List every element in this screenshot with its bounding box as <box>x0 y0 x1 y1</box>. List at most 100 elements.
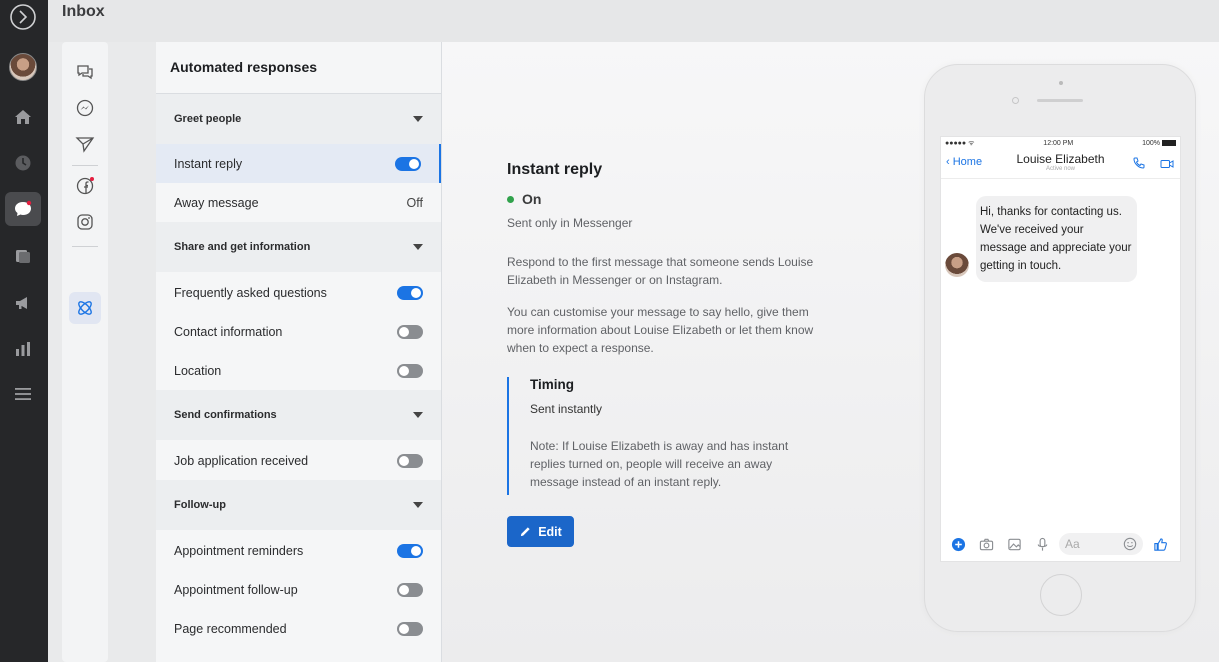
plus-icon[interactable] <box>947 533 969 555</box>
comments-icon[interactable] <box>73 60 97 84</box>
section-label: Send confirmations <box>174 409 277 421</box>
timing-value: Sent instantly <box>530 402 603 416</box>
detail-pane: Instant reply On Sent only in Messenger … <box>442 42 1219 662</box>
page-title: Inbox <box>62 3 105 20</box>
chart-icon[interactable] <box>10 336 36 362</box>
item-label: Away message <box>174 195 259 210</box>
item-job-application-received[interactable]: Job application received <box>156 441 441 480</box>
status-time: 12:00 PM <box>1043 139 1074 147</box>
pencil-icon <box>521 527 530 537</box>
job-application-toggle[interactable] <box>397 453 423 468</box>
item-label: Contact information <box>174 324 283 339</box>
appointment-reminders-toggle[interactable] <box>397 543 423 558</box>
instagram-icon[interactable] <box>73 210 97 234</box>
item-faq[interactable]: Frequently asked questions <box>156 273 441 312</box>
item-page-recommended[interactable]: Page recommended <box>156 609 441 648</box>
divider <box>72 246 98 247</box>
status-indicator: On <box>507 191 541 207</box>
clock-icon[interactable] <box>10 150 36 176</box>
top-bar: Inbox <box>48 0 1219 42</box>
image-icon[interactable] <box>1003 533 1025 555</box>
sender-avatar <box>945 253 969 277</box>
contact-information-toggle[interactable] <box>397 324 423 339</box>
detail-title: Instant reply <box>507 161 603 178</box>
item-away-message[interactable]: Away message Off <box>156 183 441 222</box>
message-input-placeholder: Aa <box>1065 537 1080 551</box>
phone-sensor <box>1012 97 1019 104</box>
conversation-header: ‹ Home Louise Elizabeth Active now <box>941 149 1180 179</box>
avatar[interactable] <box>9 53 37 81</box>
edit-label: Edit <box>538 524 562 539</box>
item-label: Appointment follow-up <box>174 582 298 597</box>
item-appointment-reminders[interactable]: Appointment reminders <box>156 531 441 570</box>
phone-speaker <box>1037 99 1083 102</box>
section-label: Share and get information <box>174 241 311 253</box>
faq-toggle[interactable] <box>397 285 423 300</box>
home-icon[interactable] <box>10 104 36 130</box>
description-2: You can customise your message to say he… <box>507 305 814 355</box>
status-label: On <box>522 191 542 207</box>
chevron-down-icon <box>413 116 423 122</box>
status-bar: ●●●●● ᯤ 12:00 PM 100% <box>941 137 1180 149</box>
section-label: Greet people <box>174 113 242 125</box>
message-input[interactable]: Aa <box>1059 533 1143 555</box>
item-location[interactable]: Location <box>156 351 441 390</box>
signal-indicator: ●●●●● ᯤ <box>945 139 975 147</box>
page-recommended-toggle[interactable] <box>397 621 423 636</box>
status-dot <box>507 195 514 203</box>
away-message-status: Off <box>406 195 423 210</box>
automated-responses-panel: Automated responses Greet people Instant… <box>156 42 442 662</box>
app-rail <box>0 0 48 662</box>
edit-button[interactable]: Edit <box>507 516 574 547</box>
composer-bar: Aa <box>941 527 1180 561</box>
panel-title: Automated responses <box>170 59 318 75</box>
appointment-follow-up-toggle[interactable] <box>397 582 423 597</box>
battery-indicator: 100% <box>1142 140 1176 147</box>
chat-icon[interactable] <box>5 192 41 226</box>
chevron-down-icon <box>413 244 423 250</box>
pages-icon[interactable] <box>10 243 36 269</box>
item-label: Instant reply <box>174 156 243 171</box>
section-greet-people[interactable]: Greet people <box>156 94 441 144</box>
section-share-and-get-information[interactable]: Share and get information <box>156 222 441 272</box>
phone-screen: ●●●●● ᯤ 12:00 PM 100% ‹ Home Louise Eliz… <box>940 136 1181 562</box>
automation-icon[interactable] <box>73 296 97 320</box>
divider <box>72 165 98 166</box>
instant-reply-toggle[interactable] <box>395 156 421 171</box>
section-send-confirmations[interactable]: Send confirmations <box>156 390 441 440</box>
logo-icon[interactable] <box>8 2 38 32</box>
chevron-down-icon <box>413 412 423 418</box>
emoji-icon[interactable] <box>1123 537 1137 551</box>
phone-icon[interactable] <box>1132 156 1146 175</box>
timing-block: Timing Sent instantly Note: If Louise El… <box>507 377 837 495</box>
timing-note: Note: If Louise Elizabeth is away and ha… <box>530 439 789 489</box>
menu-icon[interactable] <box>10 381 36 407</box>
item-contact-information[interactable]: Contact information <box>156 312 441 351</box>
scope-text: Sent only in Messenger <box>507 216 633 230</box>
item-label: Job application received <box>174 453 309 468</box>
item-label: Appointment reminders <box>174 543 304 558</box>
phone-camera <box>1059 81 1063 85</box>
messenger-icon[interactable] <box>73 96 97 120</box>
section-label: Follow-up <box>174 499 226 511</box>
channel-icon-column <box>62 42 108 662</box>
phone-preview: ●●●●● ᯤ 12:00 PM 100% ‹ Home Louise Eliz… <box>924 64 1196 632</box>
section-follow-up[interactable]: Follow-up <box>156 480 441 530</box>
item-instant-reply[interactable]: Instant reply <box>156 144 441 183</box>
message-bubble: Hi, thanks for contacting us. We've rece… <box>976 196 1137 282</box>
item-label: Location <box>174 363 222 378</box>
chevron-down-icon <box>413 502 423 508</box>
facebook-icon[interactable] <box>73 174 97 198</box>
video-icon[interactable] <box>1160 157 1174 176</box>
thumbs-up-icon[interactable] <box>1149 533 1171 555</box>
megaphone-icon[interactable] <box>10 290 36 316</box>
location-toggle[interactable] <box>397 363 423 378</box>
camera-icon[interactable] <box>975 533 997 555</box>
description-1: Respond to the first message that someon… <box>507 255 814 287</box>
microphone-icon[interactable] <box>1031 533 1053 555</box>
item-appointment-follow-up[interactable]: Appointment follow-up <box>156 570 441 609</box>
send-icon[interactable] <box>73 132 97 156</box>
phone-home-button <box>1040 574 1082 616</box>
item-label: Page recommended <box>174 621 287 636</box>
timing-title: Timing <box>530 377 575 392</box>
